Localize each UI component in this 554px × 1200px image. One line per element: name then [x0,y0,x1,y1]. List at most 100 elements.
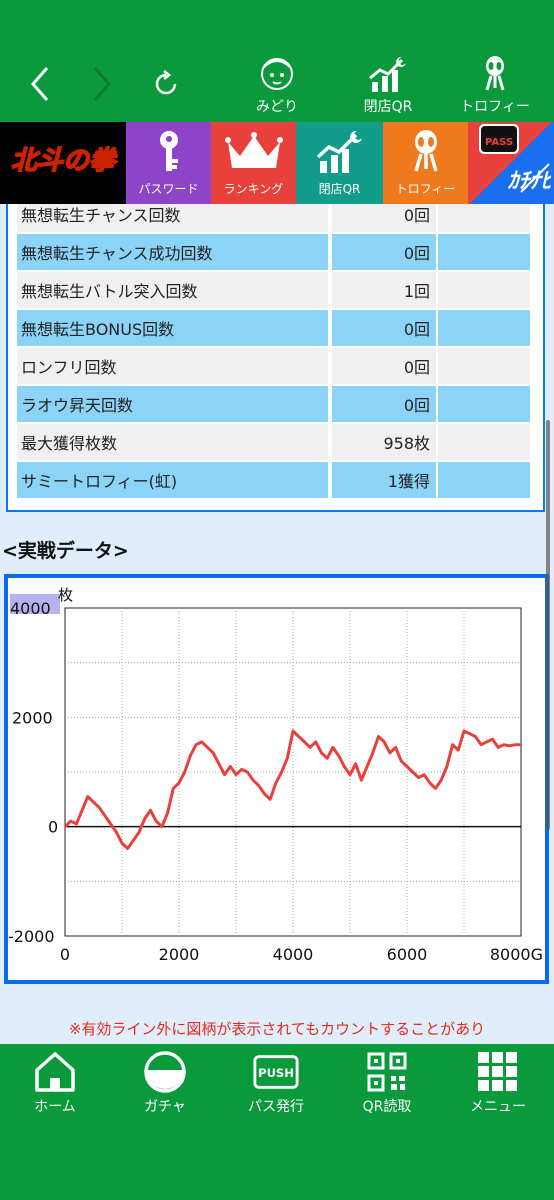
home-icon [31,1050,79,1094]
row-label: 無想転生チャンス回数 [17,204,328,234]
table-row: 無想転生チャンス成功回数 0回 [17,234,536,272]
y-axis-label: 枚 [58,586,73,604]
category-ranking[interactable]: ランキング [211,122,296,204]
play-data-chart: 4000 2000 0 -2000 枚 0 2000 4000 6000 8000G [8,586,543,964]
row-extra [438,386,530,424]
stats-table: 無想転生チャンス回数 0回 無想転生チャンス成功回数 0回 無想転生バトル突入回数 1… [0,204,554,516]
table-row: 無想転生BONUS回数 0回 [17,310,536,348]
x-tick-label: 8000G [490,945,543,964]
bottom-nav-gacha[interactable]: ガチャ [115,1050,215,1116]
row-value: 0回 [332,348,436,386]
category-ranking-label: ランキング [223,182,284,196]
top-header: みどり 閉店QR トロフィー [0,0,554,122]
row-value: 1回 [332,272,436,310]
category-pass[interactable]: PASS ｶﾁﾅﾋﾞ [468,122,554,204]
y-tick-label: 2000 [12,708,53,727]
table-row: ラオウ昇天回数 0回 [17,386,536,424]
hokuto-logo: 北斗の拳 [0,122,126,196]
x-tick-label: 2000 [159,945,200,964]
row-label: 無想転生BONUS回数 [17,310,328,348]
row-value: 0回 [332,204,436,234]
table-row: ロンフリ回数 0回 [17,348,536,386]
y-tick-label: 0 [48,818,58,837]
row-label: ロンフリ回数 [17,348,328,386]
qr-icon [363,1050,411,1094]
chevron-left-icon [31,67,49,101]
back-button[interactable] [18,62,62,106]
pass-badge-icon: PASS ｶﾁﾅﾋﾞ [468,122,554,196]
nav-midori-label: みどり [256,99,298,115]
bottom-nav-menu[interactable]: メニュー [448,1050,548,1116]
row-value: 0回 [332,310,436,348]
x-tick-label: 0 [60,945,70,964]
bottom-nav-gacha-label: ガチャ [144,1099,186,1115]
push-icon: PUSH [252,1050,300,1094]
category-closing-qr-label: 閉店QR [318,182,361,196]
trophy-alien-icon [471,52,519,96]
hokuto-logo-text: 北斗の拳 [11,146,118,176]
crown-icon [211,122,296,182]
bottom-nav-qr-read[interactable]: QR読取 [337,1050,437,1116]
row-value: 0回 [332,234,436,272]
row-value: 1獲得 [332,462,436,500]
row-extra [438,204,530,234]
row-label: 最大獲得枚数 [17,424,328,462]
row-extra [438,272,530,310]
bottom-nav-pass-issue-label: パス発行 [248,1099,304,1115]
table-row: 無想転生バトル突入回数 1回 [17,272,536,310]
row-extra [438,310,530,348]
category-closing-qr[interactable]: 閉店QR [296,122,383,204]
row-label: サミートロフィー(虹) [17,462,328,500]
category-hokuto[interactable]: 北斗の拳 [0,122,126,204]
nav-midori[interactable]: みどり [232,52,322,122]
x-tick-label: 4000 [273,945,314,964]
row-extra [438,234,530,272]
row-label: ラオウ昇天回数 [17,386,328,424]
table-row: 最大獲得枚数 958枚 [17,424,536,462]
forward-button[interactable] [80,62,124,106]
menu-grid-icon [474,1050,522,1094]
character-icon [253,52,301,96]
row-label: 無想転生バトル突入回数 [17,272,328,310]
bottom-nav-pass-issue[interactable]: PUSH パス発行 [226,1050,326,1116]
chevron-right-icon [93,67,111,101]
row-extra [438,348,530,386]
trophy-alien-icon [383,122,468,182]
bottom-nav: ホーム ガチャ PUSH パス発行 QR読取 メニュー [0,1044,554,1200]
category-bar: 北斗の拳 パスワード ランキング 閉店QR トロフィー PASS ｶﾁﾅﾋﾞ [0,122,554,204]
chart-up-icon [364,52,412,96]
reload-icon [155,70,177,95]
row-extra [438,462,530,500]
notice-text: ※有効ライン外に図柄が表示されてもカウントすることがあり [68,1020,486,1038]
x-tick-label: 6000 [387,945,428,964]
svg-text:PUSH: PUSH [258,1066,294,1080]
chart-up-icon [296,122,383,182]
pass-badge-text: PASS [485,137,513,148]
section-title: <実戦データ> [2,540,129,562]
table-row: 無想転生チャンス回数 0回 [17,204,536,234]
nav-closing-qr[interactable]: 閉店QR [343,52,433,122]
reload-button[interactable] [144,62,188,106]
gacha-icon [141,1050,189,1094]
row-label: 無想転生チャンス成功回数 [17,234,328,272]
bottom-nav-menu-label: メニュー [470,1099,526,1115]
key-icon [126,122,211,182]
nav-closing-qr-label: 閉店QR [363,99,413,115]
row-value: 0回 [332,386,436,424]
scrollbar-thumb[interactable] [546,420,550,830]
nav-trophy[interactable]: トロフィー [450,52,540,122]
chart-container: 4000 2000 0 -2000 枚 0 2000 4000 6000 8000G [4,574,549,984]
row-value: 958枚 [332,424,436,462]
bottom-nav-qr-read-label: QR読取 [362,1099,412,1115]
category-trophy[interactable]: トロフィー [383,122,468,204]
bottom-nav-home[interactable]: ホーム [5,1050,105,1116]
y-tick-label: 4000 [10,599,51,618]
table-row: サミートロフィー(虹) 1獲得 [17,462,536,500]
bottom-nav-home-label: ホーム [34,1099,76,1115]
category-password[interactable]: パスワード [126,122,211,204]
y-tick-label: -2000 [8,927,55,946]
row-extra [438,424,530,462]
category-trophy-label: トロフィー [395,182,456,196]
nav-trophy-label: トロフィー [460,99,530,115]
category-password-label: パスワード [138,182,199,196]
